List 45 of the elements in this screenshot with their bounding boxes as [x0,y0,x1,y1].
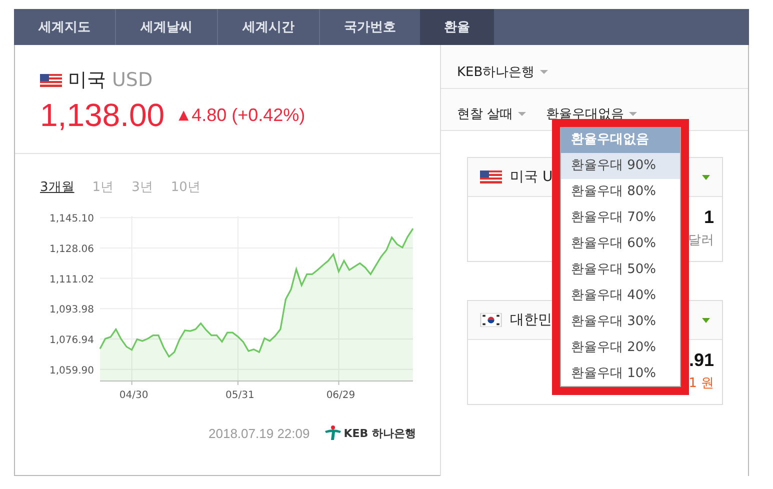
nav-tab[interactable]: 국가번호 [320,9,420,45]
exchange-rate: 1,138.00 [40,97,165,134]
caret-icon[interactable] [702,318,710,322]
dropdown-option[interactable]: 환율우대 10% [561,361,680,387]
nav-tab[interactable]: 세계날씨 [116,9,218,45]
period-tab[interactable]: 3개월 [40,178,74,204]
currency-name: 미국 U [510,168,553,186]
x-axis-label: 05/31 [226,390,254,401]
dropdown-option[interactable]: 환율우대 70% [561,205,680,231]
x-axis-label: 06/29 [326,390,356,401]
converted-amount: 1 [704,207,714,228]
y-axis-label: 1,128.06 [49,244,94,255]
bank-select[interactable]: KEB하나은행 [457,63,548,81]
currency-code: USD [112,69,153,91]
dropdown-option[interactable]: 환율우대 20% [561,335,680,361]
amount-unit: 1 원 [688,375,714,392]
dropdown-option[interactable]: 환율우대 60% [561,231,680,257]
nav-tab[interactable]: 세계시간 [218,9,320,45]
dropdown-option[interactable]: 환율우대 40% [561,283,680,309]
amount-unit: 달러 [688,232,714,249]
rate-type-select[interactable]: 현찰 살때 [457,97,526,130]
update-time: 2018.07.19 22:09 [208,426,310,440]
country-name: 미국 [68,68,106,93]
figure-logo-icon [324,425,342,441]
dropdown-option[interactable]: 환율우대 80% [561,179,680,205]
x-axis-label: 04/30 [119,390,148,401]
dropdown-option[interactable]: 환율우대 50% [561,257,680,283]
nav-tab[interactable]: 세계지도 [14,9,116,45]
converted-amount: .91 [688,350,714,371]
rate-change: 4.80 (+0.42%) [192,105,306,126]
dropdown-option[interactable]: 환율우대 90% [561,153,680,179]
y-axis-label: 1,059.90 [49,365,94,376]
currency-name: 대한민 [510,311,552,329]
bank-logo-text: KEB 하나은행 [344,426,416,440]
y-axis-label: 1,111.02 [49,274,94,286]
flag-icon [480,170,502,184]
up-triangle-icon: ▲ [178,109,189,122]
flag-icon [40,74,62,86]
dropdown-option[interactable]: 환율우대 30% [561,309,680,335]
nav-tab[interactable]: 환율 [420,9,494,45]
y-axis-label: 1,093.98 [49,304,94,316]
caret-icon[interactable] [702,174,710,180]
flag-icon [480,313,502,327]
y-axis-label: 1,076.94 [49,335,94,346]
y-axis-label: 1,145.10 [49,214,94,225]
